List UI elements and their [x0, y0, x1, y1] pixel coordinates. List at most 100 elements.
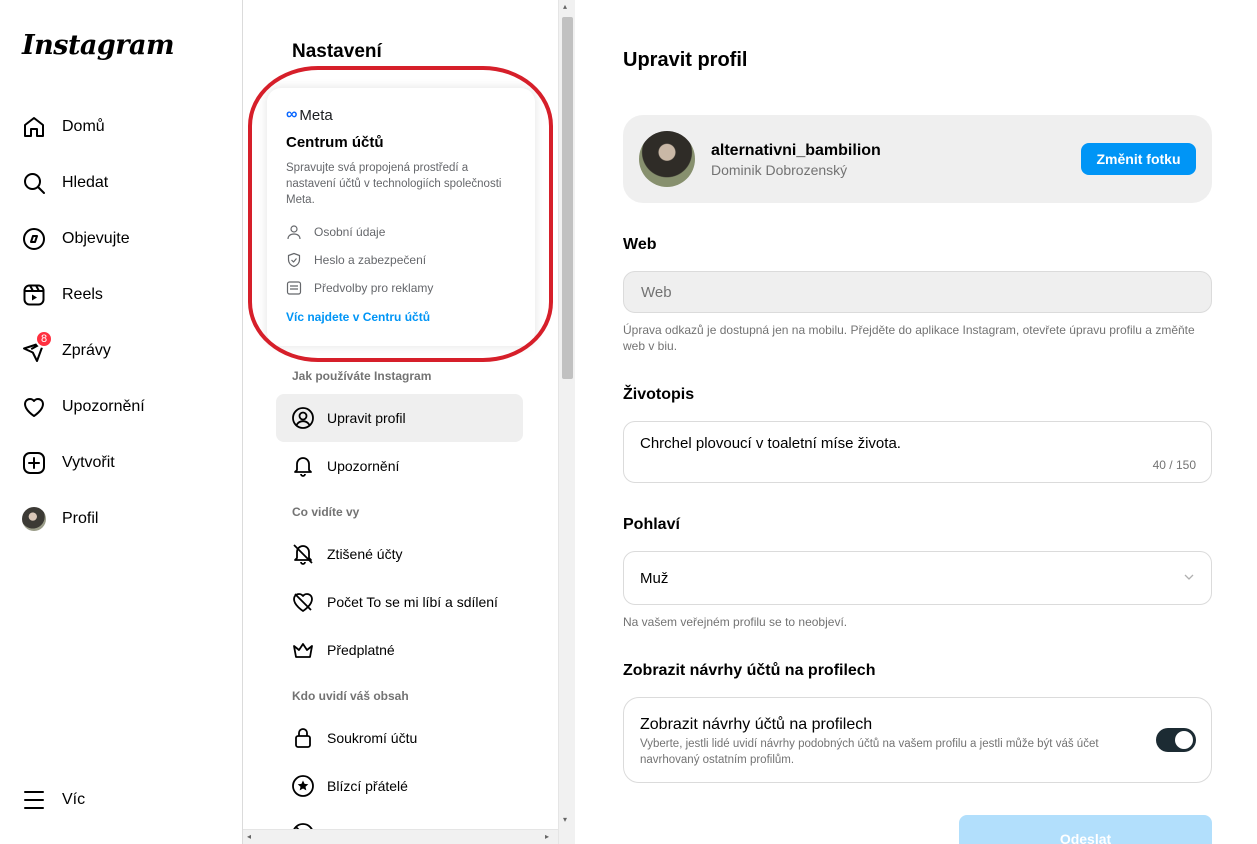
settings-item-edit-profile[interactable]: Upravit profil: [276, 394, 523, 442]
settings-item-privacy[interactable]: Soukromí účtu: [276, 714, 523, 762]
unread-badge: 8: [35, 330, 53, 348]
nav-label: Profil: [62, 510, 99, 527]
ac-row-password[interactable]: Heslo a zabezpečení: [286, 252, 426, 268]
compass-icon: [22, 227, 46, 251]
settings-item-notifications[interactable]: Upozornění: [276, 442, 523, 490]
settings-item-label: Soukromí účtu: [327, 730, 418, 746]
nav-item-search[interactable]: Hledat: [22, 165, 108, 201]
heart-off-icon: [293, 593, 313, 612]
bell-off-icon: [293, 544, 313, 565]
shield-icon: [287, 252, 301, 268]
settings-item-label: Upravit profil: [327, 410, 406, 426]
nav-item-notifications[interactable]: Upozornění: [22, 389, 145, 425]
settings-item-label: Ztišené účty: [327, 546, 403, 562]
nav-item-home[interactable]: Domů: [22, 109, 105, 145]
suggestions-description: Vyberte, jestli lidé uvidí návrhy podobn…: [640, 738, 1099, 766]
suggestions-toggle[interactable]: [1156, 728, 1196, 752]
vertical-scrollbar[interactable]: ▴ ▾: [558, 0, 575, 844]
search-icon: [22, 171, 46, 195]
nav-label: Domů: [62, 118, 105, 135]
ac-row-personal[interactable]: Osobní údaje: [286, 224, 385, 240]
nav-label: Hledat: [62, 174, 109, 191]
nav-label: Reels: [62, 286, 103, 303]
bio-char-counter: 40 / 150: [1152, 458, 1196, 472]
ac-row-ads[interactable]: Předvolby pro reklamy: [286, 280, 433, 296]
left-nav: Instagram Domů Hledat Objevujte Reels 8 …: [0, 0, 243, 844]
horizontal-scrollbar[interactable]: ◂ ▸: [243, 829, 558, 844]
nav-label: Víc: [62, 791, 86, 808]
settings-panel: Nastavení ∞ Meta Centrum účtů Spravujte …: [243, 0, 558, 844]
scroll-down-arrow[interactable]: ▾: [563, 815, 567, 824]
settings-item-muted[interactable]: Ztišené účty: [276, 530, 523, 578]
section-heading: Jak používáte Instagram: [292, 369, 432, 383]
settings-item-close-friends[interactable]: Blízcí přátelé: [276, 762, 523, 810]
scroll-right-arrow[interactable]: ▸: [545, 832, 549, 841]
scroll-up-arrow[interactable]: ▴: [563, 2, 567, 11]
profile-card: alternativni_bambilion Dominik Dobrozens…: [623, 115, 1212, 203]
bio-textarea[interactable]: Chrchel plovoucí v toaletní míse života.…: [623, 421, 1212, 483]
web-input[interactable]: Web: [623, 271, 1212, 313]
person-icon: [287, 225, 301, 240]
web-hint: Úprava odkazů je dostupná jen na mobilu.…: [623, 323, 1195, 353]
page-title: Upravit profil: [623, 49, 748, 71]
accounts-center-description: Spravujte svá propojená prostředí a nast…: [286, 162, 502, 206]
scroll-left-arrow[interactable]: ◂: [247, 832, 251, 841]
chevron-down-icon: [1184, 574, 1194, 580]
nav-item-more[interactable]: Víc: [22, 782, 85, 818]
submit-button[interactable]: Odeslat: [959, 815, 1212, 844]
settings-title: Nastavení: [292, 41, 382, 62]
star-circle-icon: [292, 775, 314, 797]
accounts-center-link[interactable]: Víc najdete v Centru účtů: [286, 310, 430, 324]
nav-label: Upozornění: [62, 398, 145, 415]
lock-icon: [295, 728, 311, 748]
ac-row-label: Heslo a zabezpečení: [314, 253, 427, 267]
gender-hint: Na vašem veřejném profilu se to neobjeví…: [623, 615, 848, 629]
settings-item-label: Počet To se mi líbí a sdílení: [327, 594, 498, 610]
settings-item-subscriptions[interactable]: Předplatné: [276, 626, 523, 674]
meta-wordmark: Meta: [299, 106, 333, 124]
full-name: Dominik Dobrozenský: [711, 162, 848, 178]
section-heading: Kdo uvidí váš obsah: [292, 689, 409, 703]
nav-item-messages[interactable]: 8 Zprávy: [22, 330, 111, 369]
heart-icon: [22, 395, 46, 419]
change-photo-button[interactable]: Změnit fotku: [1081, 143, 1196, 175]
meta-infinity-icon: ∞: [286, 106, 298, 123]
create-icon: [22, 451, 46, 475]
nav-label: Vytvořit: [62, 454, 115, 471]
nav-item-reels[interactable]: Reels: [22, 277, 103, 313]
gender-label: Pohlaví: [623, 516, 680, 533]
nav-label: Zprávy: [62, 342, 111, 359]
gender-select[interactable]: Muž: [623, 551, 1212, 605]
avatar: [22, 507, 46, 531]
home-icon: [22, 115, 46, 139]
ac-row-label: Osobní údaje: [314, 225, 386, 239]
suggestions-title: Zobrazit návrhy účtů na profilech: [640, 716, 873, 733]
bio-label: Životopis: [623, 386, 695, 403]
settings-item-label: Blízcí přátelé: [327, 778, 408, 794]
ad-preferences-icon: [286, 281, 302, 295]
suggestions-label: Zobrazit návrhy účtů na profilech: [623, 662, 876, 679]
menu-icon: [22, 788, 46, 812]
edit-profile-main: Upravit profil alternativni_bambilion Do…: [575, 0, 1257, 844]
ac-row-label: Předvolby pro reklamy: [314, 281, 434, 295]
suggestions-box: Zobrazit návrhy účtů na profilech Vybert…: [623, 697, 1212, 783]
section-heading: Co vidíte vy: [292, 505, 360, 519]
settings-item-label: Upozornění: [327, 458, 400, 474]
nav-item-profile[interactable]: Profil: [22, 501, 98, 537]
nav-item-create[interactable]: Vytvořit: [22, 445, 115, 481]
reels-icon: [22, 283, 46, 307]
scrollbar-thumb[interactable]: [562, 17, 573, 379]
meta-logo: ∞ Meta: [286, 106, 333, 124]
profile-avatar[interactable]: [639, 131, 695, 187]
toggle-knob: [1175, 731, 1193, 749]
gender-value: Muž: [640, 570, 669, 587]
bio-text: Chrchel plovoucí v toaletní míse života.: [640, 435, 901, 452]
instagram-logo[interactable]: Instagram: [22, 30, 175, 61]
crown-icon: [293, 643, 313, 658]
bell-icon: [294, 457, 312, 477]
settings-item-likes[interactable]: Počet To se mi líbí a sdílení: [276, 578, 523, 626]
accounts-center-card[interactable]: ∞ Meta Centrum účtů Spravujte svá propoj…: [267, 88, 535, 346]
accounts-center-title: Centrum účtů: [286, 134, 384, 151]
nav-label: Objevujte: [62, 230, 130, 247]
nav-item-explore[interactable]: Objevujte: [22, 221, 130, 257]
